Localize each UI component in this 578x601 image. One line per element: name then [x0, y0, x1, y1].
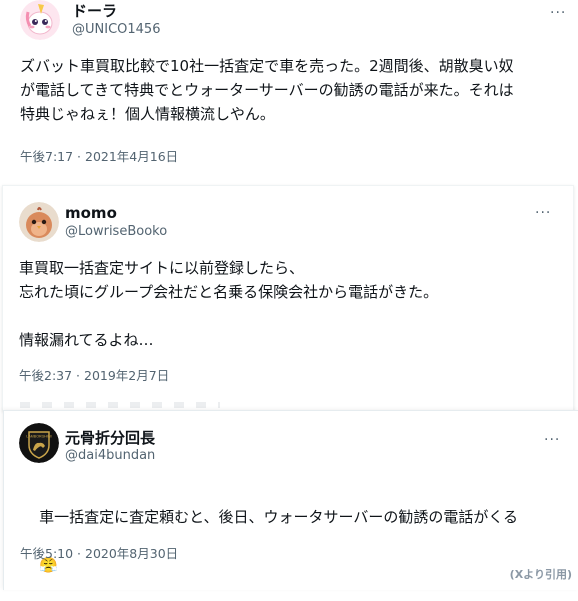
bird-avatar-icon[interactable]	[19, 202, 59, 242]
tweet-card-1[interactable]: ドーラ @UNICO1456 ··· ズバット車買取比較で10社一括査定で車を売…	[0, 0, 578, 183]
tweet-text: 車一括査定に査定頼むと、後日、ウォータサーバーの勧誘の電話がくる 😤	[20, 481, 560, 601]
more-options-icon[interactable]: ···	[550, 6, 566, 20]
svg-text:LAMBORGHINI: LAMBORGHINI	[26, 435, 51, 439]
tweet-timestamp[interactable]: 午後5:10 · 2020年8月30日	[20, 543, 178, 562]
author-handle[interactable]: @UNICO1456	[72, 22, 160, 37]
author-name[interactable]: 元骨折分回長	[65, 427, 155, 448]
author-name[interactable]: momo	[65, 204, 117, 222]
author-handle[interactable]: @dai4bundan	[65, 448, 155, 463]
tweet-timestamp[interactable]: 午後2:37 · 2019年2月7日	[19, 365, 169, 384]
tweet-card-3[interactable]: LAMBORGHINI 元骨折分回長 @dai4bundan ··· 車一括査定…	[3, 410, 578, 590]
more-options-icon[interactable]: ···	[535, 206, 551, 220]
lamborghini-logo-avatar-icon[interactable]: LAMBORGHINI	[19, 423, 59, 463]
tweet-text: ズバット車買取比較で10社一括査定で車を売った。2週間後、胡散臭い奴 が電話して…	[20, 57, 514, 123]
tweet-text-body: 車一括査定に査定頼むと、後日、ウォータサーバーの勧誘の電話がくる	[39, 508, 519, 526]
author-name[interactable]: ドーラ	[72, 0, 117, 21]
author-handle[interactable]: @LowriseBooko	[65, 224, 167, 239]
more-options-icon[interactable]: ···	[544, 433, 560, 447]
tweet-card-2[interactable]: momo @LowriseBooko ··· 車買取一括査定サイトに以前登録した…	[2, 185, 574, 411]
source-credit: (Xより引用)	[509, 568, 572, 581]
unicorn-avatar-icon[interactable]	[20, 0, 60, 40]
tweet-text: 車買取一括査定サイトに以前登録したら、 忘れた頃にグループ会社だと名乗る保険会社…	[19, 259, 439, 349]
tweet-timestamp[interactable]: 午後7:17 · 2021年4月16日	[20, 146, 178, 165]
partial-text-line	[20, 402, 220, 408]
